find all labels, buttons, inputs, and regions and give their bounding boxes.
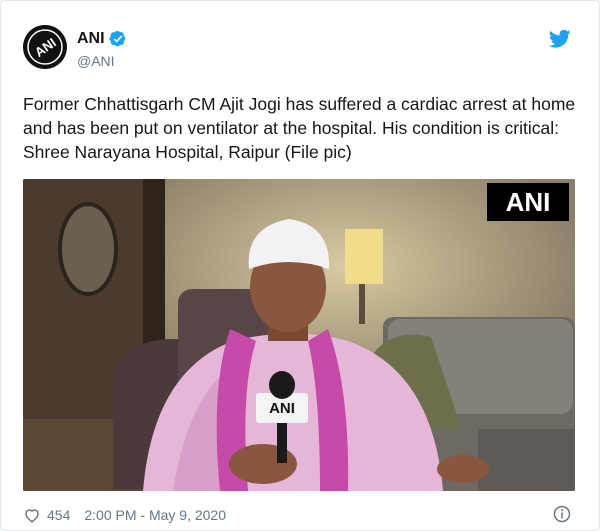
verified-badge-icon (109, 30, 125, 47)
media-watermark: ANI (506, 187, 551, 217)
heart-icon[interactable] (23, 506, 41, 524)
account-name-row: ANI (77, 29, 127, 49)
tweet-card: ANI ANI @ANI Former Chhattisgarh CM Ajit… (0, 0, 600, 531)
account-handle[interactable]: @ANI (77, 53, 115, 69)
tweet-footer: 454 2:00 PM - May 9, 2020 (23, 504, 226, 526)
avatar[interactable]: ANI (23, 25, 67, 69)
account-name[interactable]: ANI (77, 30, 105, 48)
mic-flag-label: ANI (269, 400, 295, 417)
ani-logo: ANI (23, 25, 67, 69)
twitter-bird-icon[interactable] (549, 29, 571, 49)
tweet-media-photo[interactable]: ANI ANI (23, 179, 575, 491)
tweet-text: Former Chhattisgarh CM Ajit Jogi has suf… (23, 94, 576, 162)
tweet-timestamp[interactable]: 2:00 PM - May 9, 2020 (84, 507, 226, 523)
info-icon[interactable] (553, 505, 571, 523)
like-count: 454 (47, 507, 71, 523)
photo-illustration: ANI ANI (23, 179, 575, 491)
